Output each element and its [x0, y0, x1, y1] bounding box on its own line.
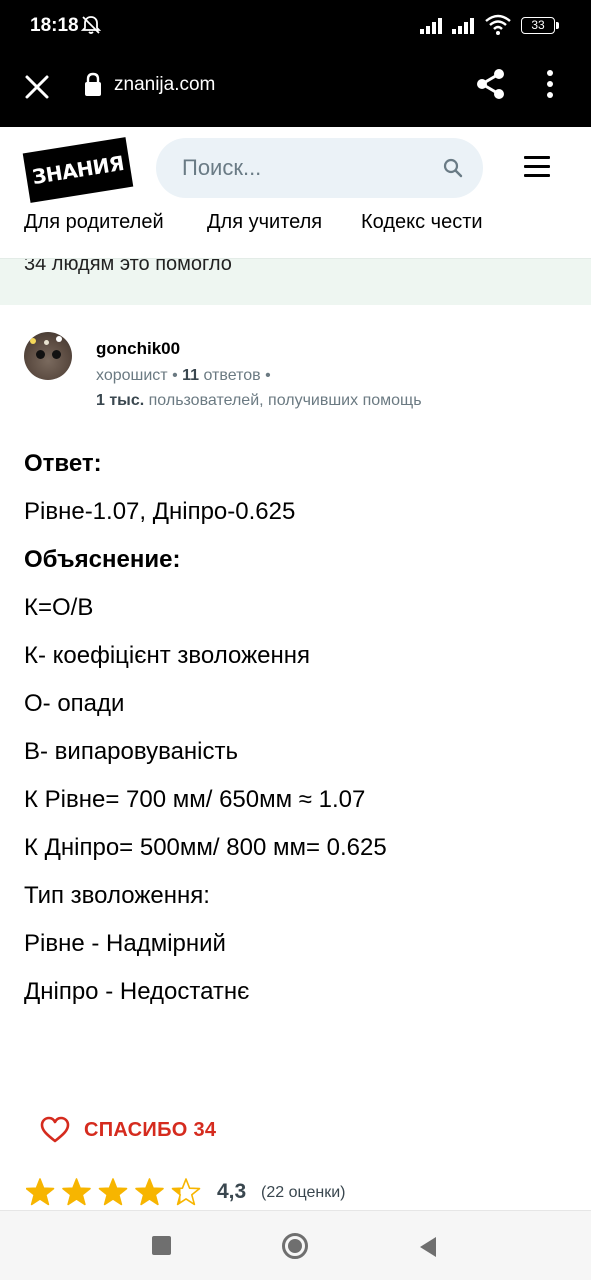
system-nav-bar	[0, 1210, 591, 1280]
search-input[interactable]	[182, 138, 432, 198]
answer-line: К=О/В	[24, 594, 94, 621]
search-bar[interactable]	[156, 138, 483, 198]
back-icon[interactable]	[418, 1236, 438, 1258]
separator-dot: •	[265, 367, 271, 384]
signal-icon	[420, 18, 442, 34]
thanks-label: СПАСИБО 34	[84, 1118, 217, 1141]
site-logo[interactable]: ЗНАНИЯ	[22, 137, 134, 203]
author-rank: хорошист	[96, 367, 168, 384]
signal-icon	[452, 18, 474, 34]
nav-link-teachers[interactable]: Для учителя	[207, 211, 322, 234]
status-bar: 18:18 33	[0, 0, 591, 52]
answer-line: Рівне - Надмірний	[24, 930, 226, 957]
answer-line: К Рівне= 700 мм/ 650мм ≈ 1.07	[24, 786, 366, 813]
answer-line: Тип зволоження:	[24, 882, 210, 909]
share-icon[interactable]	[476, 68, 506, 100]
recent-apps-icon[interactable]	[152, 1236, 171, 1255]
star-icon[interactable]	[62, 1178, 91, 1206]
answer-line: Рівне-1.07, Дніпро-0.625	[24, 498, 296, 525]
rating-count: (22 оценки)	[261, 1184, 346, 1201]
author-answers-label: ответов	[203, 367, 261, 384]
answer-line: Дніпро - Недостатнє	[24, 978, 250, 1005]
avatar[interactable]	[24, 332, 72, 380]
rating-stars[interactable]	[26, 1176, 206, 1208]
lock-icon	[85, 72, 101, 96]
separator-dot: •	[172, 367, 183, 384]
author-stats: хорошист • 11 ответов •	[96, 367, 271, 385]
answer-line: К- коефіцієнт зволоження	[24, 642, 310, 669]
answer-line: К Дніпро= 500мм/ 800 мм= 0.625	[24, 834, 387, 861]
site-nav: Для родителей Для учителя Кодекс чести	[0, 211, 591, 241]
search-icon[interactable]	[443, 158, 463, 178]
answer-heading: Ответ:	[24, 450, 102, 477]
answer-heading: Объяснение:	[24, 546, 181, 573]
heart-icon	[40, 1116, 70, 1143]
author-helped-label: пользователей, получивших помощь	[148, 392, 422, 409]
helped-count-text: 34 людям это помогло	[24, 258, 232, 275]
thanks-button[interactable]: СПАСИБО 34	[40, 1115, 216, 1145]
answer-body: Ответ: Рівне-1.07, Дніпро-0.625 Объяснение…	[24, 440, 569, 1016]
author-helped: 1 тыс. пользователей, получивших помощь	[96, 392, 422, 410]
star-icon[interactable]	[98, 1178, 128, 1206]
answer-line: В- випаровуваність	[24, 738, 238, 765]
browser-toolbar: znanija.com	[0, 52, 591, 127]
status-time: 18:18	[30, 15, 79, 36]
url-text[interactable]: znanija.com	[114, 74, 215, 96]
author-name[interactable]: gonchik00	[96, 339, 180, 359]
close-icon[interactable]	[22, 72, 52, 102]
star-icon[interactable]	[135, 1178, 164, 1206]
wifi-icon	[485, 14, 511, 35]
nav-link-honor-code[interactable]: Кодекс чести	[361, 211, 483, 234]
star-icon[interactable]	[26, 1178, 55, 1206]
helped-banner: 34 людям это помогло	[0, 258, 591, 305]
star-icon[interactable]	[171, 1178, 201, 1206]
rating-average: 4,3	[217, 1180, 247, 1203]
author-helped-count: 1 тыс.	[96, 392, 145, 409]
answer-line: О- опади	[24, 690, 125, 717]
more-vert-icon[interactable]	[545, 69, 555, 99]
bell-off-icon	[80, 16, 102, 34]
menu-icon[interactable]	[524, 156, 550, 178]
home-icon[interactable]	[282, 1233, 308, 1259]
site-header: ЗНАНИЯ Для родителей Для учителя Кодекс …	[0, 127, 591, 260]
nav-link-parents[interactable]: Для родителей	[24, 211, 164, 234]
battery-icon: 33	[521, 17, 559, 34]
author-answers-count: 11	[182, 367, 200, 384]
